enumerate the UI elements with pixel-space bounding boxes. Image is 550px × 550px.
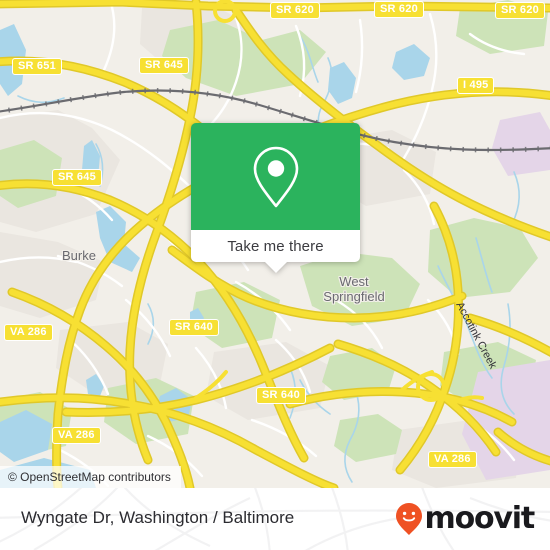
road-shield: SR 651 bbox=[12, 58, 62, 75]
popup-icon-panel bbox=[191, 123, 360, 230]
popup-action-bar[interactable]: Take me there bbox=[191, 230, 360, 262]
map-pin-icon bbox=[253, 146, 298, 207]
moovit-smiley-pin-icon bbox=[395, 503, 422, 535]
road-shield: SR 645 bbox=[139, 57, 189, 74]
road-shield: VA 286 bbox=[428, 451, 477, 468]
road-shield: SR 620 bbox=[270, 2, 320, 19]
footer-bar: Wyngate Dr, Washington / Baltimore moovi… bbox=[0, 488, 550, 550]
popup-pointer-tail bbox=[265, 262, 287, 273]
moovit-logo[interactable]: moovit bbox=[394, 501, 536, 536]
road-shield: SR 645 bbox=[52, 169, 102, 186]
road-shield: SR 620 bbox=[374, 1, 424, 18]
destination-popup-card[interactable]: Take me there bbox=[191, 123, 360, 273]
location-title: Wyngate Dr, Washington / Baltimore bbox=[21, 508, 295, 527]
moovit-wordmark: moovit bbox=[424, 501, 536, 536]
take-me-there-label: Take me there bbox=[227, 237, 324, 255]
road-shield: VA 286 bbox=[4, 324, 53, 341]
osm-attribution-text: © OpenStreetMap contributors bbox=[8, 470, 171, 484]
road-shield: SR 620 bbox=[495, 2, 545, 19]
road-shield: SR 640 bbox=[169, 319, 219, 336]
place-label-west-springfield: West Springfield bbox=[323, 274, 385, 304]
place-label-burke: Burke bbox=[62, 248, 96, 263]
osm-attribution[interactable]: © OpenStreetMap contributors bbox=[0, 466, 181, 488]
map-canvas[interactable]: SR 620 SR 620 SR 620 SR 651 SR 645 I 495… bbox=[0, 0, 550, 488]
road-shield: VA 286 bbox=[52, 427, 101, 444]
road-shield: SR 640 bbox=[256, 387, 306, 404]
moovit-map-screenshot: SR 620 SR 620 SR 620 SR 651 SR 645 I 495… bbox=[0, 0, 550, 550]
road-shield: I 495 bbox=[457, 77, 495, 94]
